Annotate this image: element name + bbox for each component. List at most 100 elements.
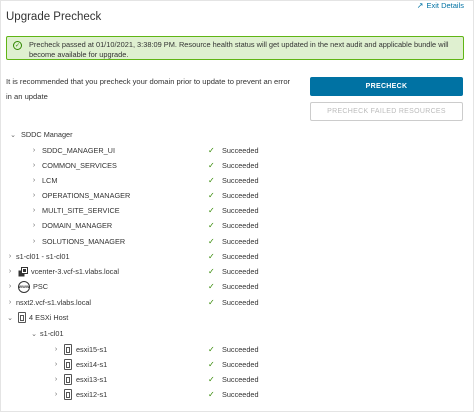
host-icon [18,312,26,323]
tree-row-label: MULTI_SITE_SERVICE [42,206,120,215]
tree-row-label: DOMAIN_MANAGER [42,221,113,230]
status-text: Succeeded [222,375,259,384]
status: ✓ Succeeded [208,206,259,215]
check-icon: ✓ [208,221,215,230]
check-icon: ✓ [208,282,215,291]
tree-row-nsxt[interactable]: › nsxt2.vcf-s1.vlabs.local ✓ Succeeded [0,295,474,310]
status: ✓ Succeeded [208,237,259,246]
status: ✓ Succeeded [208,176,259,185]
chevron-right-icon[interactable]: › [6,283,14,290]
tree-node-esxi-cluster[interactable]: ⌄ s1-cl01 [0,326,474,341]
success-alert: ✓ Precheck passed at 01/10/2021, 3:38:09… [6,36,464,60]
tree-row-psc[interactable]: › WWW PSC ✓ Succeeded [0,279,474,294]
status-text: Succeeded [222,237,259,246]
check-icon: ✓ [208,252,215,261]
tree-row-host[interactable]: › esxi12-s1 ✓ Succeeded [0,387,474,402]
status: ✓ Succeeded [208,146,259,155]
chevron-right-icon[interactable]: › [30,207,38,214]
exit-details-link[interactable]: ↗ Exit Details [417,1,464,10]
vcenter-icon [18,266,28,277]
status-text: Succeeded [222,390,259,399]
status: ✓ Succeeded [208,252,259,261]
tree-row-cluster[interactable]: › s1-cl01 - s1-cl01 ✓ Succeeded [0,249,474,264]
tree-row-label: COMMON_SERVICES [42,161,117,170]
alert-text: Precheck passed at 01/10/2021, 3:38:09 P… [29,40,449,59]
chevron-right-icon[interactable]: › [52,391,60,398]
tree-row-label: esxi15-s1 [76,345,108,354]
status: ✓ Succeeded [208,221,259,230]
tree-node-label: SDDC Manager [21,130,73,139]
status-text: Succeeded [222,146,259,155]
status-text: Succeeded [222,206,259,215]
tree-row-multi-site-service[interactable]: › MULTI_SITE_SERVICE ✓ Succeeded [0,203,474,218]
tree-row-common-services[interactable]: › COMMON_SERVICES ✓ Succeeded [0,158,474,173]
chevron-right-icon[interactable]: › [52,361,60,368]
tree-row-label: nsxt2.vcf-s1.vlabs.local [16,298,92,307]
tree-row-lcm[interactable]: › LCM ✓ Succeeded [0,173,474,188]
precheck-button[interactable]: PRECHECK [310,77,463,96]
tree-row-label: LCM [42,176,58,185]
chevron-down-icon[interactable]: ⌄ [9,131,17,139]
tree-row-label: esxi14-s1 [76,360,108,369]
www-globe-icon: WWW [18,280,30,293]
chevron-right-icon[interactable]: › [6,253,14,260]
host-icon [64,359,72,370]
tree-row-label: PSC [33,282,49,291]
tree-row-sddc-manager-ui[interactable]: › SDDC_MANAGER_UI ✓ Succeeded [0,143,474,158]
tree-row-label: OPERATIONS_MANAGER [42,191,131,200]
check-icon: ✓ [208,345,215,354]
status-text: Succeeded [222,282,259,291]
tree-row-domain-manager[interactable]: › DOMAIN_MANAGER ✓ Succeeded [0,218,474,233]
chevron-right-icon[interactable]: › [52,346,60,353]
check-icon: ✓ [208,161,215,170]
tree-row-vcenter[interactable]: › vcenter-3.vcf-s1.vlabs.local ✓ Succeede… [0,264,474,279]
status: ✓ Succeeded [208,282,259,291]
chevron-down-icon[interactable]: ⌄ [6,314,14,322]
status: ✓ Succeeded [208,345,259,354]
status-text: Succeeded [222,161,259,170]
chevron-right-icon[interactable]: › [6,299,14,306]
check-icon: ✓ [208,298,215,307]
status-text: Succeeded [222,176,259,185]
tree-row-operations-manager[interactable]: › OPERATIONS_MANAGER ✓ Succeeded [0,188,474,203]
status-text: Succeeded [222,345,259,354]
tree-row-solutions-manager[interactable]: › SOLUTIONS_MANAGER ✓ Succeeded [0,234,474,249]
tree-row-label: vcenter-3.vcf-s1.vlabs.local [31,267,120,276]
exit-arrow-icon: ↗ [416,1,424,10]
tree-row-host[interactable]: › esxi15-s1 ✓ Succeeded [0,342,474,357]
chevron-right-icon[interactable]: › [30,238,38,245]
status-text: Succeeded [222,360,259,369]
status: ✓ Succeeded [208,375,259,384]
status: ✓ Succeeded [208,267,259,276]
tree-row-label: s1-cl01 - s1-cl01 [16,252,70,261]
status-text: Succeeded [222,191,259,200]
status-text: Succeeded [222,252,259,261]
chevron-right-icon[interactable]: › [30,162,38,169]
tree-node-esxi-hosts[interactable]: ⌄ 4 ESXi Host [0,310,474,325]
status-text: Succeeded [222,298,259,307]
check-icon: ✓ [208,237,215,246]
host-icon [64,389,72,400]
chevron-right-icon[interactable]: › [30,177,38,184]
check-icon: ✓ [208,375,215,384]
check-icon: ✓ [208,360,215,369]
status: ✓ Succeeded [208,191,259,200]
chevron-down-icon[interactable]: ⌄ [30,330,38,338]
check-icon: ✓ [208,146,215,155]
tree-node-sddc-manager[interactable]: ⌄ SDDC Manager [0,127,474,142]
status: ✓ Succeeded [208,390,259,399]
precheck-note: It is recommended that you precheck your… [6,77,291,101]
check-icon: ✓ [208,267,215,276]
check-icon: ✓ [208,206,215,215]
chevron-right-icon[interactable]: › [30,192,38,199]
chevron-right-icon[interactable]: › [52,376,60,383]
tree-node-label: 4 ESXi Host [29,313,69,322]
tree-row-host[interactable]: › esxi13-s1 ✓ Succeeded [0,372,474,387]
precheck-failed-resources-button[interactable]: PRECHECK FAILED RESOURCES [310,102,463,121]
chevron-right-icon[interactable]: › [30,222,38,229]
tree-row-label: SOLUTIONS_MANAGER [42,237,126,246]
chevron-right-icon[interactable]: › [30,147,38,154]
tree-row-host[interactable]: › esxi14-s1 ✓ Succeeded [0,357,474,372]
tree-row-label: esxi12-s1 [76,390,108,399]
chevron-right-icon[interactable]: › [6,268,14,275]
